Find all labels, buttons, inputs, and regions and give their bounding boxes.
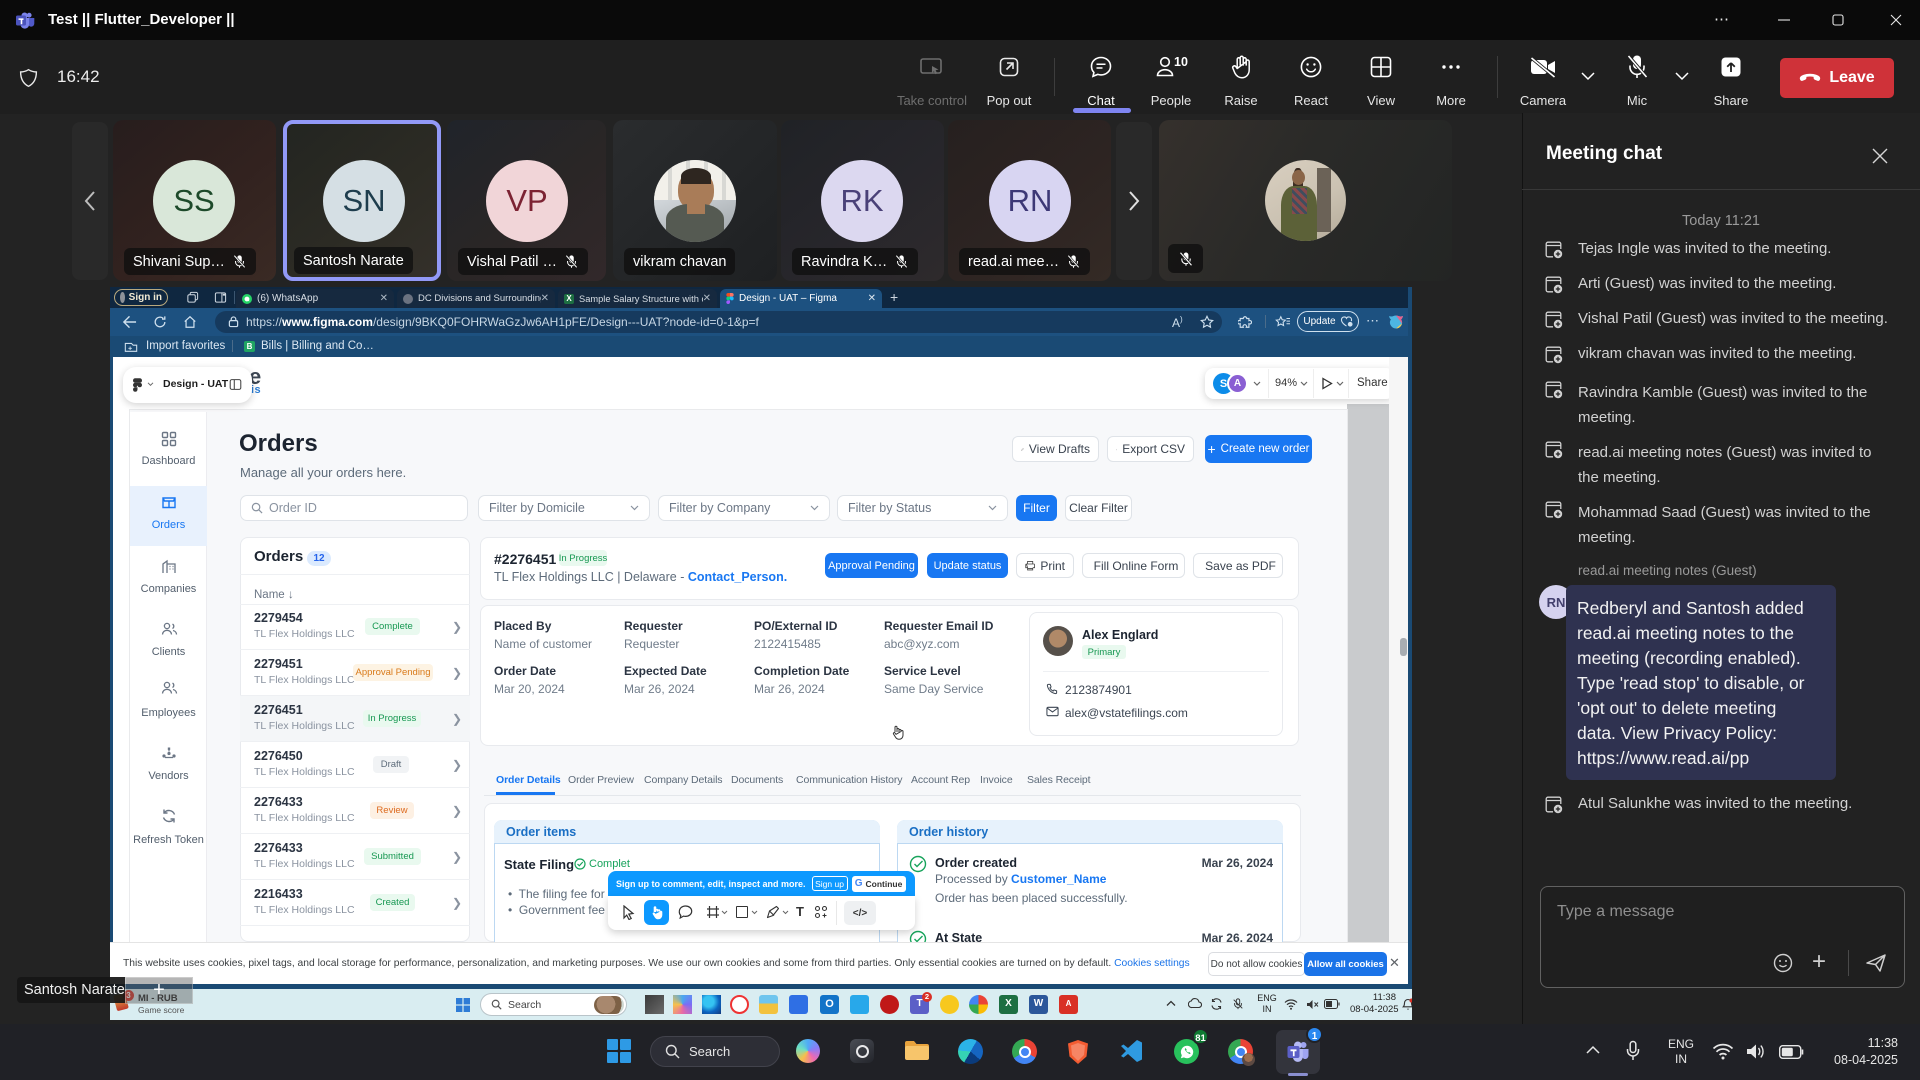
svg-text:10: 10	[1174, 55, 1188, 69]
